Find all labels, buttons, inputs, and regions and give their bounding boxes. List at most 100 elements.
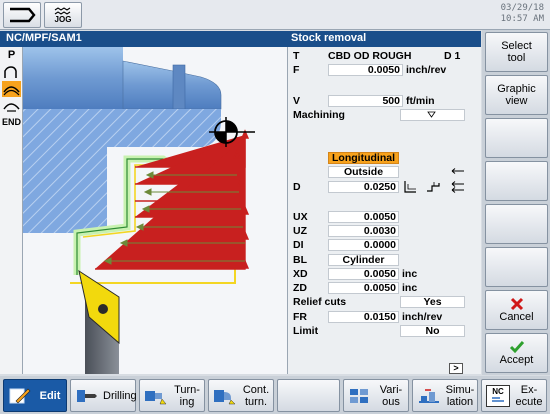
param-row-t: T CBD OD ROUGH D 1 — [293, 50, 461, 62]
graphic-view-button[interactable]: Graphic view — [485, 75, 548, 115]
tool-edge-field[interactable]: D 1 — [444, 50, 460, 62]
relief-cuts-select[interactable]: Yes — [400, 296, 465, 308]
more-params-indicator[interactable]: > — [449, 363, 463, 374]
accept-check-icon — [509, 341, 524, 354]
param-row-f: F 0.0050 inch/rev — [293, 64, 447, 76]
cancel-button[interactable]: Cancel — [485, 290, 548, 330]
program-end-label[interactable]: END — [2, 117, 21, 127]
program-header-label[interactable]: P — [2, 49, 21, 61]
vertical-softkey-bar: Select tool Graphic view Cancel Accept — [482, 30, 550, 375]
tool-name-field[interactable]: CBD OD ROUGH — [328, 50, 411, 62]
select-tool-label: Select tool — [501, 40, 532, 64]
drill-icon — [77, 389, 97, 402]
title-bar: NC/MPF/SAM1 Stock removal — [0, 31, 481, 47]
cancel-label: Cancel — [499, 311, 534, 323]
param-row-xd: XD 0.0050 inc — [293, 268, 418, 280]
jog-label: JOG — [54, 14, 72, 24]
param-row-uz: UZ 0.0030 — [288, 225, 482, 238]
param-row-d: D 0.0250 — [288, 181, 482, 194]
direction-select[interactable]: Longitudinal — [328, 152, 399, 164]
simulation-label-2: lation — [446, 395, 474, 408]
limit-select[interactable]: No — [400, 325, 465, 337]
param-row-bl: BL Cylinder — [288, 254, 482, 267]
blank-zd-unit[interactable]: inc — [402, 282, 417, 294]
param-row-ux: UX 0.0050 — [288, 211, 482, 224]
position-select[interactable]: Outside — [328, 166, 399, 178]
stock-removal-step-icon[interactable] — [2, 81, 21, 97]
feed-field[interactable]: 0.0050 — [328, 64, 403, 76]
blank-xd-field[interactable]: 0.0050 — [328, 268, 399, 280]
horizontal-softkey-bar: Edit Drilling Turn-ing Cont. turn. Vari-o… — [0, 376, 550, 414]
graphic-view-label: Graphic view — [497, 83, 536, 107]
edit-label: Edit — [39, 389, 61, 402]
chuck-face — [172, 64, 186, 110]
blank-type-select[interactable]: Cylinder — [328, 254, 399, 266]
blank-xd-unit[interactable]: inc — [402, 268, 417, 280]
drilling-button[interactable]: Drilling — [70, 379, 137, 412]
various-blocks-icon — [350, 388, 368, 403]
turning-label-2: ing — [179, 395, 195, 408]
drilling-label: Drilling — [103, 389, 137, 402]
execute-nc-icon: NC — [486, 384, 510, 407]
param-row-direction: Longitudinal — [288, 152, 482, 165]
edit-pencil-icon — [9, 388, 31, 403]
turning-label-1: Turn- — [174, 383, 200, 396]
param-row-position: Outside — [288, 166, 482, 179]
turning-icon — [145, 390, 167, 404]
softkey-empty-bottom[interactable] — [277, 379, 340, 412]
date-time: 03/29/18 10:57 AM — [501, 3, 544, 25]
softkey-empty-3[interactable] — [485, 118, 548, 158]
blank-zd-field[interactable]: 0.0050 — [328, 282, 399, 294]
select-tool-button[interactable]: Select tool — [485, 32, 548, 72]
machining-select[interactable] — [400, 109, 465, 121]
date-text: 03/29/18 — [500, 3, 544, 13]
contour-label-1: Cont. — [242, 383, 270, 396]
feed-unit[interactable]: inch/rev — [406, 64, 446, 76]
accept-label: Accept — [499, 354, 534, 366]
cancel-x-icon — [510, 297, 523, 311]
accept-button[interactable]: Accept — [485, 333, 548, 373]
step-contour-icon — [427, 182, 440, 192]
various-label-2: ous — [382, 395, 400, 408]
jog-mode-button[interactable]: JOG — [44, 2, 82, 28]
turning-button[interactable]: Turn-ing — [139, 379, 205, 412]
dropdown-arrow-icon — [427, 111, 436, 118]
interrupted-cut-field[interactable]: 0.0000 — [328, 239, 399, 251]
param-row-limit: Limit No — [288, 325, 482, 338]
param-row-machining: Machining — [288, 109, 482, 122]
spindle-body — [23, 47, 123, 109]
contour-turning-button[interactable]: Cont. turn. — [208, 379, 274, 412]
simulation-button[interactable]: Simu-lation — [412, 379, 478, 412]
allowance-x-field[interactable]: 0.0050 — [328, 211, 399, 223]
param-row-v: V 500 ft/min — [293, 95, 435, 107]
workpiece — [23, 109, 221, 147]
softkey-empty-6[interactable] — [485, 247, 548, 287]
various-button[interactable]: Vari-ous — [343, 379, 409, 412]
parallel-contour-icon — [404, 181, 416, 193]
menu-return-button[interactable] — [3, 2, 41, 28]
cutting-speed-field[interactable]: 500 — [328, 95, 403, 107]
softkey-empty-4[interactable] — [485, 161, 548, 201]
various-label-1: Vari- — [379, 383, 403, 396]
allowance-z-field[interactable]: 0.0030 — [328, 225, 399, 237]
contour-step-icon[interactable] — [2, 64, 21, 80]
workpiece-lower — [23, 147, 107, 233]
residual-step-icon[interactable] — [2, 98, 21, 114]
execute-button[interactable]: NC Ex-ecute — [481, 379, 547, 412]
param-row-di: DI 0.0000 — [288, 239, 482, 252]
softkey-empty-5[interactable] — [485, 204, 548, 244]
menu-return-icon — [10, 7, 36, 23]
cycle-help-graphic — [23, 47, 287, 374]
execute-icon-text: NC — [492, 386, 504, 396]
edit-button[interactable]: Edit — [3, 379, 67, 412]
double-arrow-icon — [451, 181, 464, 193]
roughing-passes — [95, 129, 250, 270]
parameter-panel: T CBD OD ROUGH D 1 F 0.0050 inch/rev V 5… — [287, 47, 481, 374]
position-arrows-icon — [451, 168, 464, 174]
cutting-speed-unit[interactable]: ft/min — [406, 95, 435, 107]
program-steps-bar: P END — [0, 47, 23, 374]
relief-feed-unit[interactable]: inch/rev — [402, 311, 442, 323]
relief-feed-field[interactable]: 0.0150 — [328, 311, 399, 323]
infeed-depth-field[interactable]: 0.0250 — [328, 181, 399, 193]
time-text: 10:57 AM — [500, 14, 544, 24]
